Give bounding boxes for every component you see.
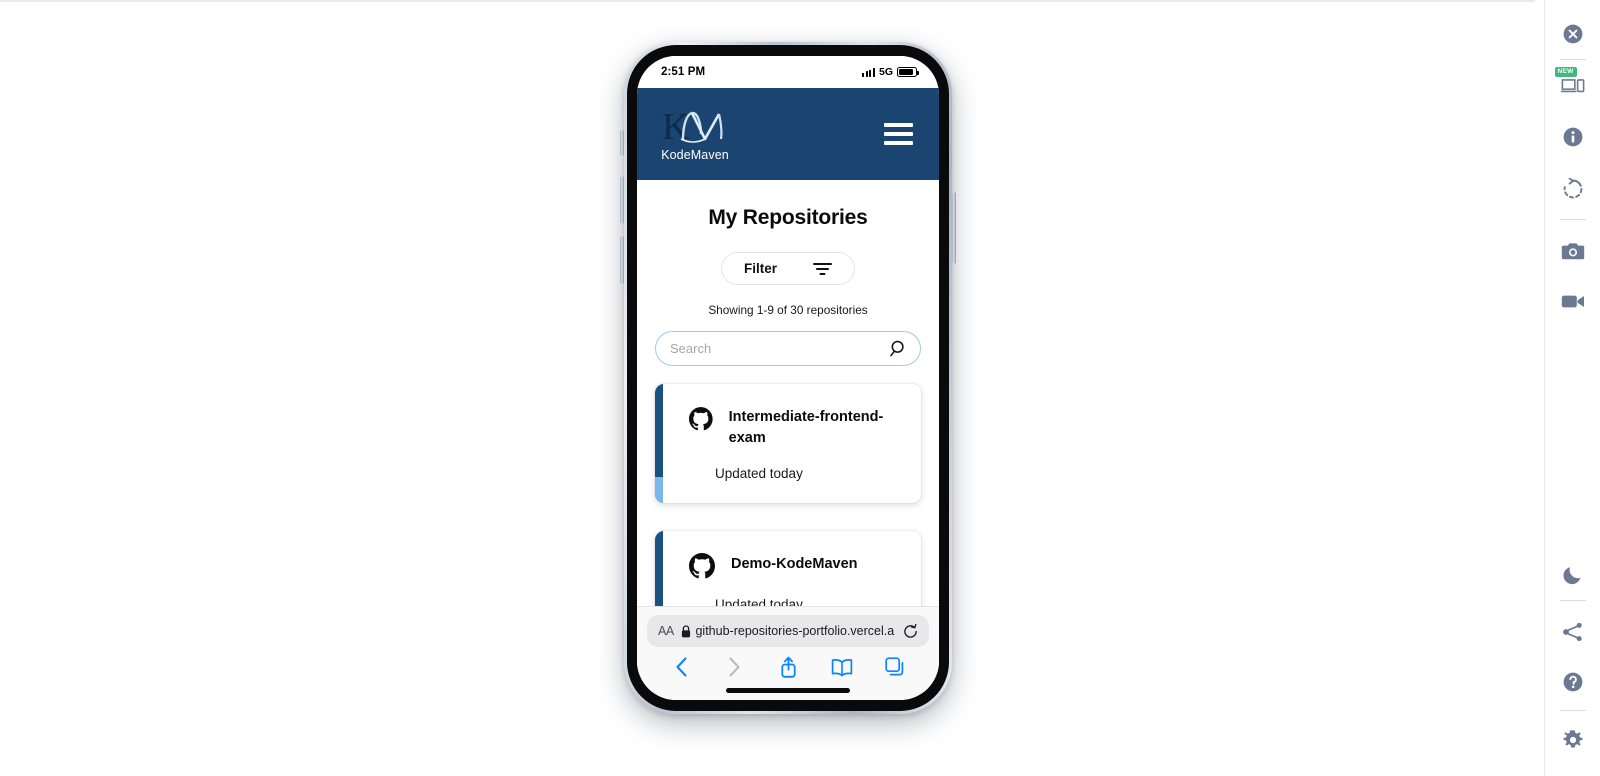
brand-logo[interactable]: K KodeMaven <box>661 106 729 162</box>
share-nodes-icon[interactable] <box>1545 610 1600 654</box>
repository-card-header: Intermediate-frontend-exam <box>689 406 903 448</box>
filter-funnel-icon <box>813 263 832 275</box>
repository-list: Intermediate-frontend-exam Updated today… <box>655 384 921 635</box>
top-hairline <box>0 0 1535 2</box>
phone-screen: 2:51 PM 5G K KodeMaven My Repositories F… <box>637 56 939 700</box>
right-toolbar: NEW <box>1544 0 1600 776</box>
close-circle-icon[interactable] <box>1545 12 1600 56</box>
repository-name: Demo-KodeMaven <box>731 556 858 573</box>
home-indicator <box>726 688 850 693</box>
help-circle-icon[interactable] <box>1545 660 1600 704</box>
github-icon <box>689 407 713 431</box>
toolbar-divider <box>1559 600 1586 601</box>
repository-card[interactable]: Intermediate-frontend-exam Updated today <box>655 384 921 504</box>
repository-card-header: Demo-KodeMaven <box>689 553 903 579</box>
ios-status-bar: 2:51 PM 5G <box>637 56 939 88</box>
hamburger-menu-icon[interactable] <box>880 119 917 149</box>
filter-row: Filter <box>655 252 921 285</box>
url-text: github-repositories-portfolio.vercel.a <box>695 624 895 638</box>
reset-rotate-icon[interactable] <box>1545 167 1600 211</box>
address-bar[interactable]: AA github-repositories-portfolio.vercel.… <box>647 615 929 647</box>
card-accent-bar <box>655 384 663 504</box>
search-bar <box>655 331 921 366</box>
search-input[interactable] <box>655 331 921 366</box>
status-time: 2:51 PM <box>661 66 706 78</box>
page-title: My Repositories <box>708 206 868 229</box>
phone-frame: 2:51 PM 5G K KodeMaven My Repositories F… <box>620 42 956 714</box>
search-magnifier-icon[interactable] <box>890 340 907 357</box>
forward-chevron-icon <box>717 654 753 680</box>
new-badge: NEW <box>1554 67 1577 77</box>
site-header: K KodeMaven <box>637 88 939 180</box>
repository-updated: Updated today <box>715 466 803 482</box>
share-icon[interactable] <box>770 654 806 680</box>
filter-button-label: Filter <box>743 261 777 276</box>
phone-bezel: 2:51 PM 5G K KodeMaven My Repositories F… <box>627 45 949 711</box>
info-circle-icon[interactable] <box>1545 115 1600 159</box>
bookmarks-book-icon[interactable] <box>824 654 860 680</box>
reload-icon[interactable] <box>903 623 918 639</box>
video-camera-icon[interactable] <box>1545 279 1600 323</box>
signal-bars-icon <box>861 67 875 77</box>
filter-button[interactable]: Filter <box>720 252 855 285</box>
brand-name: KodeMaven <box>661 148 729 162</box>
camera-icon[interactable] <box>1545 229 1600 273</box>
km-monogram-icon: K <box>662 106 723 148</box>
phone-device-mockup: 2:51 PM 5G K KodeMaven My Repositories F… <box>620 42 956 714</box>
back-chevron-icon[interactable] <box>663 654 699 680</box>
toolbar-divider <box>1559 219 1586 220</box>
volume-down-button[interactable] <box>620 236 624 284</box>
text-size-button[interactable]: AA <box>658 624 674 638</box>
battery-icon <box>897 67 919 77</box>
dark-mode-moon-icon[interactable] <box>1545 553 1600 597</box>
toolbar-divider <box>1559 710 1586 711</box>
power-button[interactable] <box>952 192 956 264</box>
settings-gear-icon[interactable] <box>1545 718 1600 762</box>
results-count: Showing 1-9 of 30 repositories <box>708 303 868 317</box>
volume-up-button[interactable] <box>620 176 624 224</box>
toolbar-divider <box>1559 59 1586 60</box>
silent-switch-button[interactable] <box>620 130 624 156</box>
safari-toolbar <box>647 647 929 684</box>
lock-icon <box>681 624 690 637</box>
repository-name: Intermediate-frontend-exam <box>728 409 884 446</box>
tabs-icon[interactable] <box>877 654 913 680</box>
network-label: 5G <box>878 66 893 78</box>
status-indicators: 5G <box>861 66 919 78</box>
github-icon <box>689 553 715 579</box>
safari-bottom-chrome: AA github-repositories-portfolio.vercel.… <box>637 606 939 700</box>
device-screen-icon[interactable]: NEW <box>1545 63 1600 107</box>
